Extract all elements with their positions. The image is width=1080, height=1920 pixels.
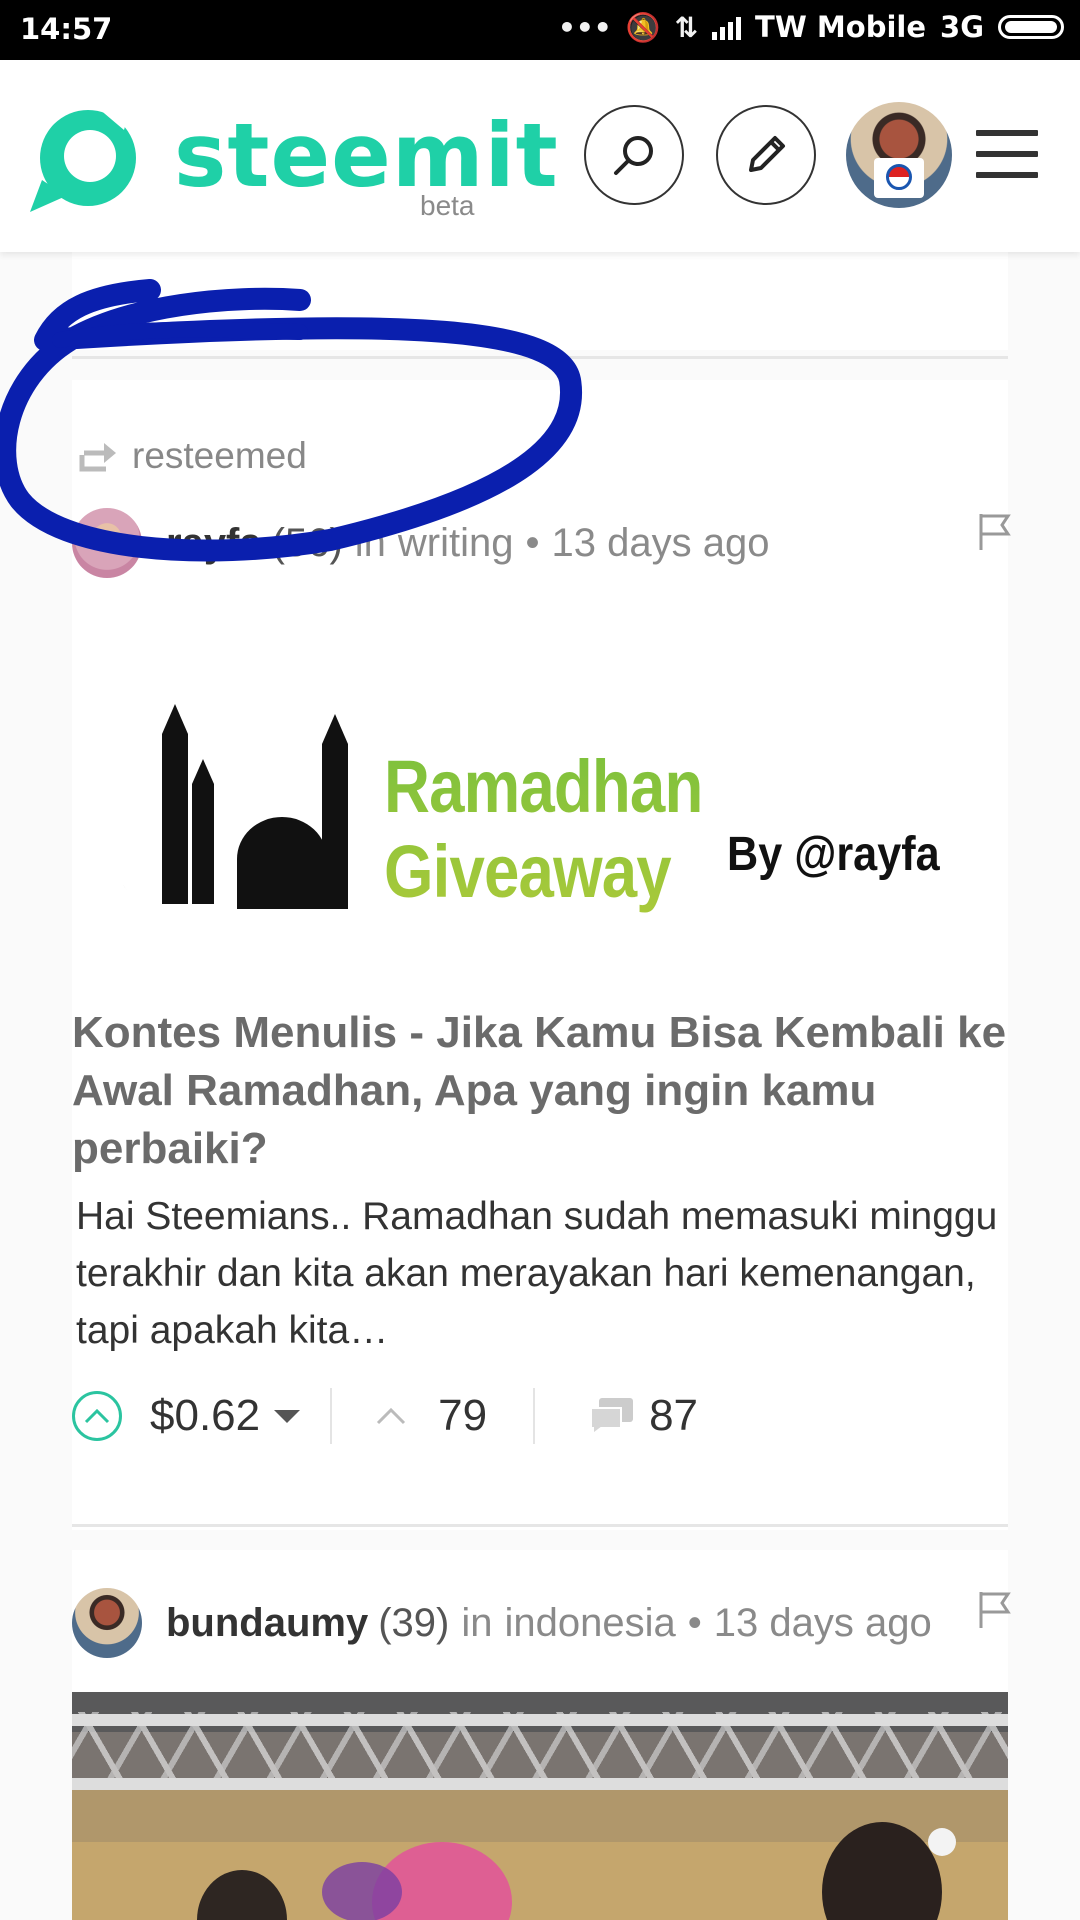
author-reputation: (39) (378, 1600, 450, 1645)
battery-icon (998, 15, 1064, 39)
logo-text[interactable]: steemit (174, 112, 559, 200)
network-type: 3G (940, 10, 984, 44)
annotation-circle (0, 279, 582, 562)
payout-value[interactable]: $0.62 (150, 1391, 260, 1441)
post-title[interactable]: Kontes Menulis - Jika Kamu Bisa Kembali … (72, 1004, 1008, 1178)
chevron-up-icon (84, 1408, 110, 1424)
votes-count[interactable]: 79 (438, 1391, 487, 1441)
status-time: 14:57 (20, 12, 113, 46)
post-footer: $0.62 79 87 (72, 1386, 698, 1446)
author-name[interactable]: bundaumy (166, 1601, 368, 1646)
user-avatar[interactable] (846, 102, 952, 208)
comments-count[interactable]: 87 (649, 1391, 698, 1441)
post-excerpt[interactable]: Hai Steemians.. Ramadhan sudah memasuki … (76, 1188, 1016, 1359)
status-icons: ••• 🔕 ⇅ TW Mobile 3G (558, 10, 1064, 44)
feed: resteemed rayfa (56) in writing • 13 day… (0, 0, 1080, 1920)
photo-figures (197, 1822, 956, 1920)
beta-label: beta (420, 190, 475, 221)
status-bar: 14:57 ••• 🔕 ⇅ TW Mobile 3G (0, 0, 1080, 60)
search-button[interactable] (584, 105, 684, 205)
app-header: steemit beta (0, 60, 1080, 252)
menu-icon-line (976, 151, 1038, 157)
post-divider (72, 1524, 1008, 1527)
steemit-logo-icon[interactable] (28, 100, 143, 215)
time-separator: • (687, 1600, 702, 1645)
more-notifications-icon: ••• (558, 10, 612, 44)
footer-separator (330, 1388, 333, 1444)
pencil-icon (749, 136, 785, 172)
category-prefix: in (461, 1600, 493, 1645)
flag-icon[interactable] (978, 512, 1012, 552)
post-time[interactable]: 13 days ago (714, 1601, 932, 1646)
menu-icon-line (976, 130, 1038, 136)
write-post-button[interactable] (716, 105, 816, 205)
flag-icon[interactable] (978, 1590, 1012, 1630)
thumbnail-subtitle: By @rayfa (727, 828, 940, 881)
author-avatar[interactable] (72, 1588, 142, 1658)
signal-icon (712, 14, 742, 40)
payout-dropdown-icon[interactable] (274, 1409, 301, 1423)
avatar-card (874, 158, 924, 198)
upvote-button[interactable] (72, 1391, 122, 1441)
post-thumbnail[interactable]: Ramadhan Giveaway By @rayfa (72, 624, 1008, 954)
footer-separator (533, 1388, 536, 1444)
post-thumbnail[interactable] (72, 1692, 1008, 1920)
carrier-name: TW Mobile (755, 10, 927, 44)
menu-button[interactable] (976, 130, 1038, 180)
data-transfer-icon: ⇅ (674, 10, 699, 44)
post-header: bundaumy (39) in indonesia • 13 days ago (72, 1588, 932, 1658)
search-icon (614, 136, 653, 175)
votes-icon[interactable] (376, 1407, 406, 1425)
comments-icon[interactable] (589, 1396, 635, 1436)
mute-icon: 🔕 (625, 10, 661, 44)
menu-icon-line (976, 172, 1038, 178)
category-link[interactable]: indonesia (505, 1601, 676, 1646)
